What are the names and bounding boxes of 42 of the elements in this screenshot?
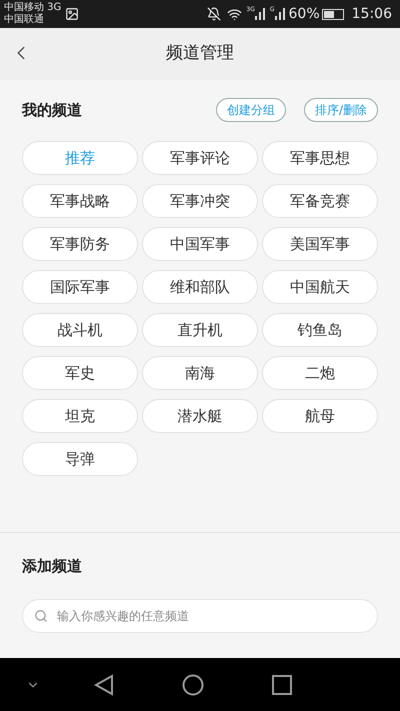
channel-chip[interactable]: 军事冲突	[142, 184, 258, 218]
section-title: 添加频道	[22, 556, 83, 576]
home-button[interactable]	[182, 674, 204, 696]
channel-chip[interactable]: 中国航天	[262, 270, 378, 304]
battery-icon	[322, 8, 344, 20]
signal-icon	[274, 8, 285, 20]
page-title: 频道管理	[166, 42, 234, 66]
square-recents-icon	[272, 674, 292, 694]
channel-chip[interactable]: 航母	[262, 399, 378, 433]
channel-chip[interactable]: 军备竞赛	[262, 184, 378, 218]
channel-chip[interactable]: 军史	[22, 356, 138, 390]
search-icon	[34, 609, 48, 623]
signal-icon	[254, 8, 265, 20]
channel-chip[interactable]: 战斗机	[22, 313, 138, 347]
channel-chip[interactable]: 军事防务	[22, 227, 138, 261]
channel-chip[interactable]: 中国军事	[142, 227, 258, 261]
battery-percent: 60%	[288, 4, 320, 24]
channel-chip[interactable]: 二炮	[262, 356, 378, 390]
channel-chip[interactable]: 维和部队	[142, 270, 258, 304]
wifi-icon	[227, 6, 242, 22]
carrier-name: 中国联通	[4, 14, 45, 26]
carrier-name: 中国移动 3G	[4, 2, 62, 14]
channel-chip[interactable]: 军事思想	[262, 141, 378, 175]
channel-chip[interactable]: 导弹	[22, 442, 138, 476]
channel-chip[interactable]: 国际军事	[22, 270, 138, 304]
channel-chip[interactable]: 坦克	[22, 399, 138, 433]
channel-chip[interactable]: 钓鱼岛	[262, 313, 378, 347]
channel-chip[interactable]: 直升机	[142, 313, 258, 347]
back-nav-button[interactable]	[94, 674, 114, 696]
channel-chip[interactable]: 南海	[142, 356, 258, 390]
channel-chip[interactable]: 潜水艇	[142, 399, 258, 433]
channel-chip[interactable]: 美国军事	[262, 227, 378, 261]
circle-home-icon	[182, 674, 204, 696]
search-field[interactable]: 输入你感兴趣的任意频道	[22, 599, 378, 633]
channel-chip[interactable]: 军事评论	[142, 141, 258, 175]
channel-chip[interactable]: 军事战略	[22, 184, 138, 218]
recents-button[interactable]	[272, 674, 292, 694]
triangle-back-icon	[94, 674, 114, 696]
mute-icon	[207, 7, 222, 21]
section-title: 我的频道	[22, 100, 83, 121]
image-icon	[65, 7, 80, 21]
clock: 15:06	[352, 4, 392, 24]
